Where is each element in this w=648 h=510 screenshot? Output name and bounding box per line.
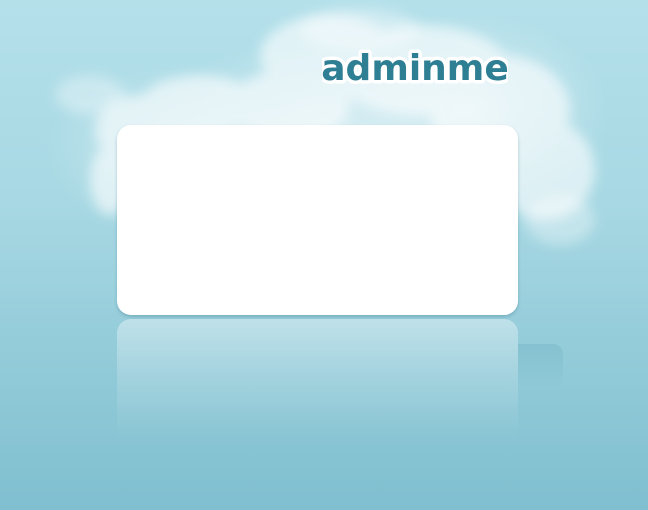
login-panel xyxy=(117,125,518,315)
adminme-logo-text: adminme xyxy=(322,48,508,89)
reflection-tab-shadow xyxy=(518,344,563,388)
login-panel-reflection xyxy=(117,319,518,439)
adminme-logo: adminme adminme xyxy=(322,48,508,93)
